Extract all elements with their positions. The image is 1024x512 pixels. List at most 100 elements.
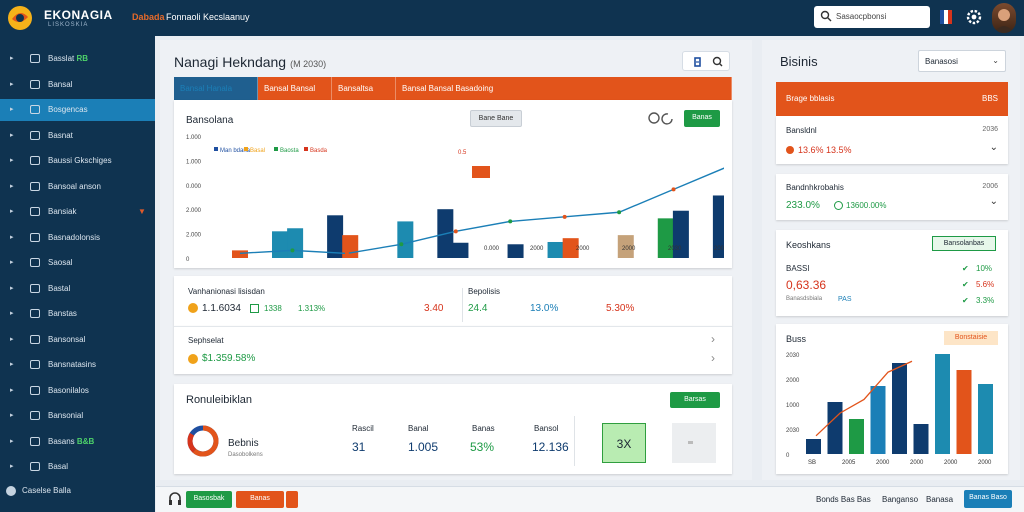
line-point [344, 251, 349, 256]
sidebar-item-7[interactable]: ▸ Bansiak ▼ [0, 201, 155, 223]
chevron-right-icon[interactable]: › [711, 351, 715, 365]
alert-arrow-icon: ▼ [138, 207, 146, 216]
right-card-2-label: Bandnhkrobahis [786, 183, 844, 192]
stats-value-1: 1.1.6034 [202, 303, 241, 314]
right-card-3-footer-value: PAS [838, 296, 852, 303]
bottom-link-1[interactable]: Bonds Bas Bas [816, 495, 871, 504]
period-select[interactable]: Banasosi ⌄ [918, 50, 1006, 72]
bottom-primary-button[interactable]: Banas Baso [964, 490, 1012, 508]
analysis-col-2-value: 1.005 [408, 440, 439, 454]
export-box[interactable]: 3X [602, 423, 646, 463]
menu-icon [30, 79, 40, 89]
sidebar-item-1[interactable]: ▸ Basslat RB [0, 48, 155, 70]
sidebar-item-10[interactable]: ▸ Bastal [0, 278, 155, 300]
search-input[interactable]: Sasaocpbonsi [814, 6, 930, 28]
chart-action-button[interactable]: Banas [684, 110, 720, 127]
sidebar-item-14[interactable]: ▸ Basonilalos [0, 380, 155, 402]
sidebar-item-6[interactable]: ▸ Bansoal anson [0, 176, 155, 198]
chart-controls[interactable] [646, 110, 676, 129]
chevron-right-icon: ▸ [10, 284, 14, 292]
chevron-right-icon: ▸ [10, 182, 14, 190]
sidebar-footer[interactable]: Caselse Balla [6, 486, 71, 496]
right-card-2-value-2: 13600.00% [846, 201, 887, 210]
tab-1[interactable]: Bansal Hanala [174, 77, 258, 100]
sidebar-item-13[interactable]: ▸ Bansnatasins [0, 354, 155, 376]
page-title: Nanagi Hekndang (M 2030) [174, 54, 326, 70]
placeholder-box[interactable] [672, 423, 716, 463]
line-point [671, 187, 676, 192]
right-card-4-badge[interactable]: Bonstaisie [944, 331, 998, 345]
menu-icon [30, 156, 40, 165]
list-icon[interactable] [687, 53, 707, 71]
sidebar-item-label: Banstas [48, 309, 77, 318]
avatar[interactable] [992, 3, 1016, 33]
chevron-right-icon[interactable]: › [711, 332, 715, 346]
gear-icon[interactable] [966, 9, 982, 25]
bottom-button-1[interactable]: Basosbak [186, 491, 232, 508]
mini-bar [806, 439, 821, 454]
sidebar-item-9[interactable]: ▸ Saosal [0, 252, 155, 274]
legend-label: Basal [250, 148, 265, 154]
view-toggle[interactable] [682, 51, 730, 71]
bottom-link-2[interactable]: Banganso [882, 495, 918, 504]
mini-x-label: 2000 [978, 460, 992, 466]
chevron-right-icon: ▸ [10, 463, 14, 470]
sidebar-item-16[interactable]: ▸ Basans B&B [0, 431, 155, 453]
y-tick-label: 0 [186, 257, 190, 263]
bottom-button-2[interactable]: Banas [236, 491, 284, 508]
refresh-icon[interactable] [646, 110, 676, 126]
mini-y-label: 2000 [786, 378, 800, 384]
brand-logo[interactable] [6, 4, 34, 32]
y-tick-label: 2.000 [186, 208, 202, 214]
search-icon[interactable] [709, 53, 727, 71]
right-card-1-meta: 2036 [982, 126, 998, 133]
sidebar-item-12[interactable]: ▸ Bansonsal [0, 329, 155, 351]
stats-row-2[interactable] [174, 326, 732, 374]
right-card-2[interactable]: Bandnhkrobahis 2006 233.0% 13600.00% ⌄ [776, 174, 1008, 220]
period-select-value: Banasosi [925, 57, 958, 66]
tab-4[interactable]: Bansal Bansal Basadoing [396, 77, 732, 100]
line-point [290, 248, 295, 253]
headset-icon[interactable] [168, 491, 182, 507]
right-card-3-footer: Banasdsbiala [786, 296, 823, 302]
sidebar-item-17[interactable]: ▸ Basal [0, 456, 155, 478]
right-card-3-button[interactable]: Bansolanbas [932, 236, 996, 251]
top-tag[interactable]: Dabada [132, 12, 165, 22]
tab-2[interactable]: Bansal Bansal [258, 77, 332, 100]
chevron-down-icon[interactable]: ⌄ [990, 142, 998, 153]
sidebar-item-2[interactable]: ▸ Bansal [0, 74, 155, 96]
right-card-1[interactable]: Bansldnl 2036 13.6% 13.5% ⌄ [776, 116, 1008, 164]
tab-3[interactable]: Bansaltsa [332, 77, 396, 100]
sidebar-item-label: Bosgencas [48, 105, 88, 114]
sidebar-item-5[interactable]: ▸ Baussi Gkschiges [0, 150, 155, 172]
check-icon: ✔ [962, 296, 969, 305]
bar [342, 235, 359, 258]
analysis-col-4-label: Bansol [534, 424, 559, 433]
chevron-down-icon[interactable]: ⌄ [990, 196, 998, 207]
legend-swatch [274, 147, 278, 151]
sidebar-item-3[interactable]: ▸ Bosgencas [0, 99, 155, 121]
right-header-card[interactable]: Brage bblasis BBS [776, 82, 1008, 116]
bottom-link-3[interactable]: Banasa [926, 495, 953, 504]
mini-chart: 2030 2000 1000 2030 0 SB 2005 2000 2000 2000 2000 [786, 353, 993, 466]
menu-icon [30, 54, 40, 63]
menu-icon [30, 411, 40, 420]
brand-subtitle: LISKOSKIA [48, 22, 89, 28]
analysis-button[interactable]: Barsas [670, 392, 720, 408]
menu-icon [30, 105, 40, 114]
sidebar-item-15[interactable]: ▸ Bansonial [0, 405, 155, 427]
right-card-3-amount: 0,63.36 [786, 278, 827, 292]
chart-filter-pill[interactable]: Bane Bane [470, 110, 522, 127]
sidebar-item-8[interactable]: ▸ Basnadolonsis [0, 227, 155, 249]
x-tick-label: 2000 [530, 246, 544, 252]
right-card-2-meta: 2006 [982, 183, 998, 190]
sidebar-item-11[interactable]: ▸ Banstas [0, 303, 155, 325]
row2-value: $1.359.58% [202, 353, 256, 364]
row2-label: Sephselat [188, 336, 224, 345]
divider [462, 288, 463, 322]
sidebar-item-4[interactable]: ▸ Basnat [0, 125, 155, 147]
flag-icon[interactable] [940, 10, 952, 24]
chevron-down-icon: ⌄ [992, 56, 999, 65]
bottom-button-3[interactable] [286, 491, 298, 508]
bar [452, 242, 469, 258]
